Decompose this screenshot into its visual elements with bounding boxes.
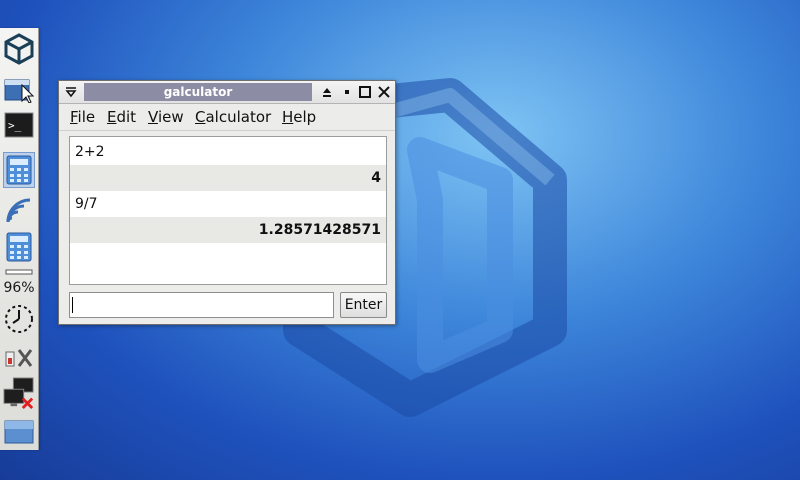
maximize-button[interactable] xyxy=(356,83,374,101)
menu-edit[interactable]: Edit xyxy=(107,107,136,127)
battery-percentage: 96% xyxy=(3,280,35,296)
menu-help-mnemonic: H xyxy=(282,108,294,126)
menu-calculator-label: alculator xyxy=(205,108,272,126)
window-title: galculator xyxy=(84,83,312,101)
clock-icon[interactable] xyxy=(3,302,35,336)
history-result: 1.28571428571 xyxy=(70,217,386,243)
history-display: 2+2 4 9/7 1.28571428571 xyxy=(69,136,387,285)
close-icon xyxy=(378,86,390,98)
menu-file-label: ile xyxy=(77,108,96,126)
shade-button[interactable] xyxy=(318,83,336,101)
side-panel: >_ 96% xyxy=(0,28,39,450)
enter-button[interactable]: Enter xyxy=(340,292,387,318)
menu-file-mnemonic: F xyxy=(70,108,78,126)
file-manager-icon[interactable] xyxy=(3,76,35,104)
title-bar[interactable]: galculator xyxy=(59,81,395,104)
wireless-icon[interactable] xyxy=(3,192,35,226)
menu-calculator[interactable]: Calculator xyxy=(195,107,271,127)
menu-calculator-mnemonic: C xyxy=(195,108,206,126)
calculator-window: galculator File Edit View Calculator Hel… xyxy=(58,80,396,325)
battery-icon[interactable] xyxy=(3,268,35,276)
svg-text:>_: >_ xyxy=(8,119,22,132)
app-menu-icon[interactable] xyxy=(3,32,35,66)
calculator-icon[interactable] xyxy=(3,152,35,188)
network-disconnected-icon[interactable] xyxy=(3,376,35,410)
history-result: 4 xyxy=(70,165,386,191)
close-button[interactable] xyxy=(375,83,393,101)
maximize-icon xyxy=(359,86,371,98)
menu-file[interactable]: File xyxy=(70,107,95,127)
menu-help-label: elp xyxy=(293,108,317,126)
menu-edit-label: dit xyxy=(116,108,137,126)
expression-input[interactable] xyxy=(69,292,334,318)
minimize-button[interactable] xyxy=(338,83,356,101)
settings-icon[interactable] xyxy=(3,344,35,372)
menu-view-mnemonic: V xyxy=(148,108,158,126)
text-caret xyxy=(72,297,73,313)
show-desktop-icon[interactable] xyxy=(3,418,35,446)
eject-icon xyxy=(323,88,331,97)
menu-help[interactable]: Help xyxy=(282,107,316,127)
window-menu-button[interactable] xyxy=(62,83,80,101)
chevron-down-icon xyxy=(65,87,77,98)
terminal-icon[interactable]: >_ xyxy=(3,110,35,140)
menu-view[interactable]: View xyxy=(148,107,184,127)
menu-view-label: iew xyxy=(157,108,184,126)
history-expression: 9/7 xyxy=(70,191,386,217)
minimize-icon xyxy=(345,90,349,94)
menu-bar: File Edit View Calculator Help xyxy=(59,104,395,131)
history-expression: 2+2 xyxy=(70,139,386,165)
calculator-launcher-icon[interactable] xyxy=(3,230,35,264)
